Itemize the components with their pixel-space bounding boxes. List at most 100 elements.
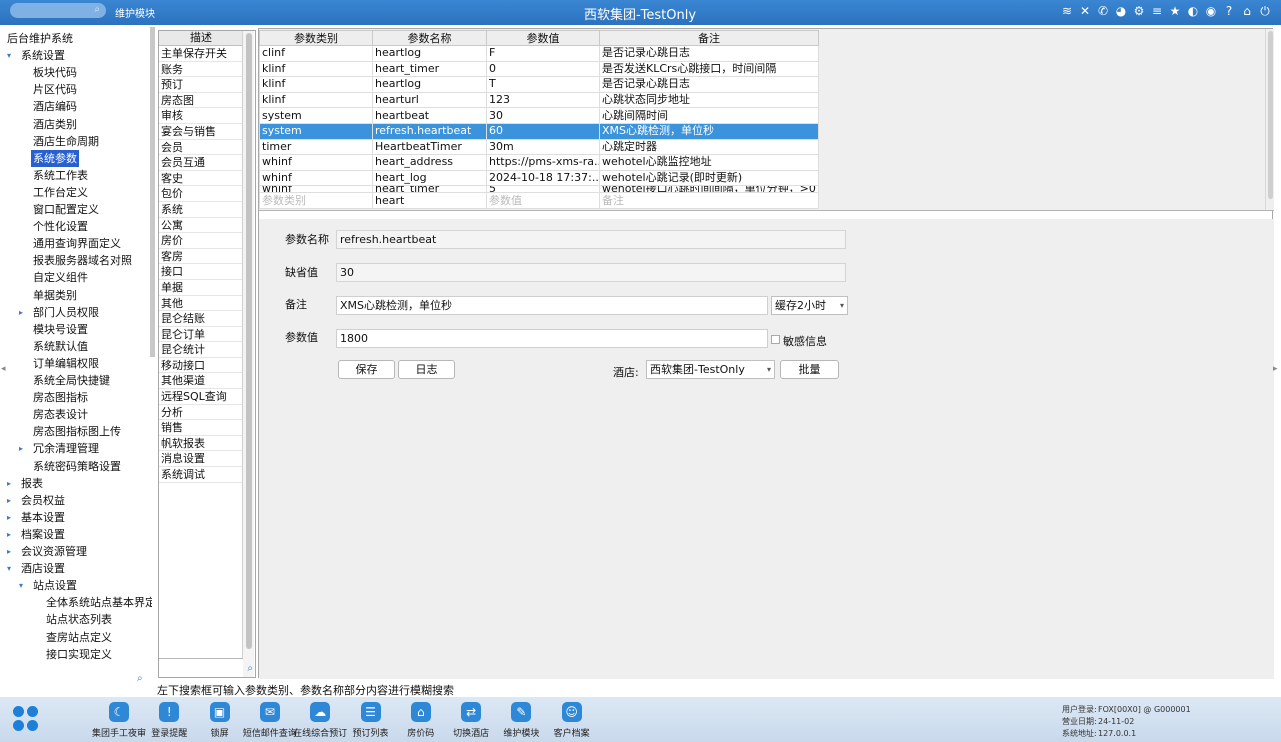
collapse-arrow-icon[interactable]: ▸ [7,475,11,492]
collapse-arrow-icon[interactable]: ▸ [19,304,23,321]
collapse-arrow-icon[interactable]: ▸ [7,509,11,526]
list-item[interactable]: 移动接口 [159,358,243,374]
table-row[interactable]: clinf heartlog F 是否记录心跳日志 [259,45,819,62]
list-item[interactable]: 房价 [159,233,243,249]
tree-item[interactable]: 窗口配置定义 [31,201,101,218]
tree-item[interactable]: 通用查询界面定义 [31,235,123,252]
tree-item[interactable]: 片区代码 [31,81,79,98]
expand-arrow-icon[interactable]: ▾ [7,560,11,577]
tree-item[interactable]: ▸ 会议资源管理 [7,543,89,560]
tree-item[interactable]: 酒店编码 [31,98,79,115]
splitter-handle-right[interactable]: ▸ [1273,364,1278,374]
star-icon[interactable]: ★ [1169,3,1181,19]
taskbar-button[interactable]: ☺ 客户档案 [542,702,602,739]
tree-item[interactable]: ▸ 冗余清理管理 [19,440,101,457]
tree-item[interactable]: 系统全局快捷键 [31,372,112,389]
global-search-input[interactable]: ⌕ [10,3,106,18]
tree-item[interactable]: 酒店生命周期 [31,133,101,150]
list-item[interactable]: 账务 [159,62,243,78]
list-item[interactable]: 昆仑统计 [159,342,243,358]
search-icon[interactable]: ⌕ [247,663,253,674]
tree-item[interactable]: ▸ 报表 [7,475,45,492]
list-item[interactable]: 销售 [159,420,243,436]
tree-item[interactable]: ▾ 酒店设置 [7,560,67,577]
filter-input[interactable]: heart [372,192,487,209]
list-item[interactable]: 其他渠道 [159,373,243,390]
tree-item[interactable]: ▸ 基本设置 [7,509,67,526]
list-item[interactable]: 昆仑订单 [159,327,243,343]
category-search-input[interactable]: ⌕ [159,658,253,677]
filter-input[interactable]: 备注 [599,192,819,209]
tree-item[interactable]: 房态图指标 [31,389,90,406]
list-item[interactable]: 主单保存开关 [159,46,243,62]
tree-item[interactable]: 模块号设置 [31,321,90,338]
cache-select[interactable]: 缓存2小时 ▾ [771,296,848,315]
menu-icon[interactable]: ≡ [1151,3,1163,19]
list-item[interactable]: 远程SQL查询 [159,389,243,405]
list-item[interactable]: 包价 [159,186,243,202]
phone-icon[interactable]: ✆ [1097,3,1109,19]
log-button[interactable]: 日志 [398,360,455,379]
list-item[interactable]: 宴会与销售 [159,124,243,140]
collapse-arrow-icon[interactable]: ▸ [19,440,23,457]
table-row[interactable]: klinf hearturl 123 心跳状态同步地址 [259,91,819,109]
category-list-header[interactable]: 描述 [159,31,243,46]
tree-item[interactable]: ▾ 站点设置 [19,577,79,594]
tree-item[interactable]: 系统默认值 [31,338,90,355]
list-item[interactable]: 系统调试 [159,467,243,483]
hotel-select[interactable]: 西软集团-TestOnly ▾ [646,360,775,379]
sensitive-checkbox[interactable] [771,335,780,344]
category-scrollbar[interactable] [242,31,254,677]
tree-item[interactable]: 站点状态列表 [44,611,114,628]
tree-item[interactable]: 全体系统站点基本界定 [44,594,152,611]
collapse-arrow-icon[interactable]: ▸ [7,492,11,509]
splitter-handle-left[interactable]: ◂ [1,364,6,374]
tree-search-icon[interactable]: ⌕ [137,673,143,684]
tree-item[interactable]: 订单编辑权限 [31,355,101,372]
tree-item[interactable]: ▸ 部门人员权限 [19,304,101,321]
tree-item[interactable]: ▸ 档案设置 [7,526,67,543]
column-header[interactable]: 参数值 [486,30,600,46]
tree-item[interactable]: 系统参数 [31,149,79,167]
remark-input[interactable]: XMS心跳检测，单位秒 [336,296,768,315]
list-item[interactable]: 会员 [159,140,243,156]
table-row[interactable]: whinf heart_log 2024-10-18 17:37:... wehote… [259,169,819,187]
tree-item[interactable]: 板块代码 [31,64,79,81]
tree-item[interactable]: 自定义组件 [31,269,90,286]
table-row[interactable]: timer HeartbeatTimer 30m 心跳定时器 [259,138,819,156]
expand-arrow-icon[interactable]: ▾ [7,47,11,64]
power-icon[interactable]: ⏻ [1259,3,1271,19]
tree-item[interactable]: 房态图指标图上传 [31,423,123,440]
column-header[interactable]: 备注 [599,30,819,46]
list-item[interactable]: 会员互通 [159,155,243,171]
tree-item[interactable]: 报表服务器域名对照 [31,252,134,269]
collapse-arrow-icon[interactable]: ▸ [7,543,11,560]
grid-scrollbar[interactable] [1265,29,1274,210]
column-header[interactable]: 参数名称 [372,30,487,46]
param-value-input[interactable]: 1800 [336,329,768,348]
table-row[interactable]: whinf heart_timer 5 wehotel接口心跳时间间隔，单位分钟，>0 [259,185,819,194]
tree-item[interactable]: 后台维护系统 [5,30,75,47]
table-row[interactable]: system heartbeat 30 心跳间隔时间 [259,107,819,124]
list-item[interactable]: 公寓 [159,218,243,234]
app-logo-icon[interactable] [13,706,39,732]
column-header[interactable]: 参数类别 [259,30,373,46]
tree-item[interactable]: 房态表设计 [31,406,90,423]
table-row[interactable]: klinf heartlog T 是否记录心跳日志 [259,76,819,93]
tree-item[interactable]: 系统工作表 [31,167,90,184]
save-button[interactable]: 保存 [338,360,395,379]
collapse-arrow-icon[interactable]: ▸ [7,526,11,543]
list-item[interactable]: 其他 [159,296,243,312]
table-row[interactable]: whinf heart_address https://pms-xms-ra... w… [259,154,819,171]
category-scroll-thumb[interactable] [246,33,252,649]
tree-item[interactable]: 系统密码策略设置 [31,458,123,475]
filter-input[interactable]: 参数类别 [259,192,373,209]
expand-arrow-icon[interactable]: ▾ [19,577,23,594]
tree-item[interactable]: 个性化设置 [31,218,90,235]
list-item[interactable]: 接口 [159,264,243,280]
tree-item[interactable]: ▸ 会员权益 [7,492,67,509]
table-row[interactable]: klinf heart_timer 0 是否发送KLCrs心跳接口，时间间隔 [259,60,819,78]
list-item[interactable]: 帆软报表 [159,436,243,452]
tree-item[interactable]: 单据类别 [31,287,79,304]
list-item[interactable]: 分析 [159,405,243,421]
